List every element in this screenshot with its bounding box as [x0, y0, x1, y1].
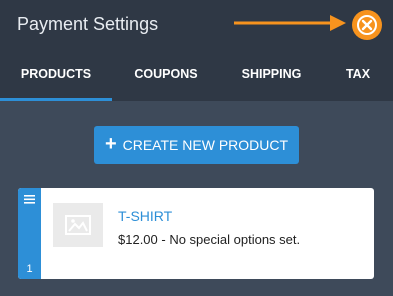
create-new-product-button[interactable]: + CREATE NEW PRODUCT: [94, 126, 299, 164]
tab-coupons[interactable]: COUPONS: [112, 50, 220, 101]
product-index: 1: [26, 263, 33, 275]
tab-tax[interactable]: TAX: [323, 50, 393, 101]
product-card[interactable]: 1 T-SHIRT $12.00 - No special options se…: [18, 188, 374, 279]
tab-products[interactable]: PRODUCTS: [0, 50, 112, 101]
panel-header: Payment Settings: [0, 0, 393, 50]
tab-shipping[interactable]: SHIPPING: [220, 50, 323, 101]
drag-handle[interactable]: 1: [18, 188, 41, 279]
product-name[interactable]: T-SHIRT: [118, 208, 172, 224]
close-button[interactable]: [352, 10, 382, 40]
image-placeholder-icon: [65, 215, 91, 235]
product-description: $12.00 - No special options set.: [118, 232, 301, 247]
product-thumbnail: [53, 203, 103, 247]
annotation-arrow-icon: [234, 15, 346, 31]
close-x-circle-icon: [357, 15, 377, 35]
plus-icon: +: [104, 133, 117, 155]
menu-lines-icon: [24, 195, 35, 204]
tab-bar: PRODUCTS COUPONS SHIPPING TAX: [0, 50, 393, 101]
create-new-product-label: CREATE NEW PRODUCT: [122, 137, 289, 153]
